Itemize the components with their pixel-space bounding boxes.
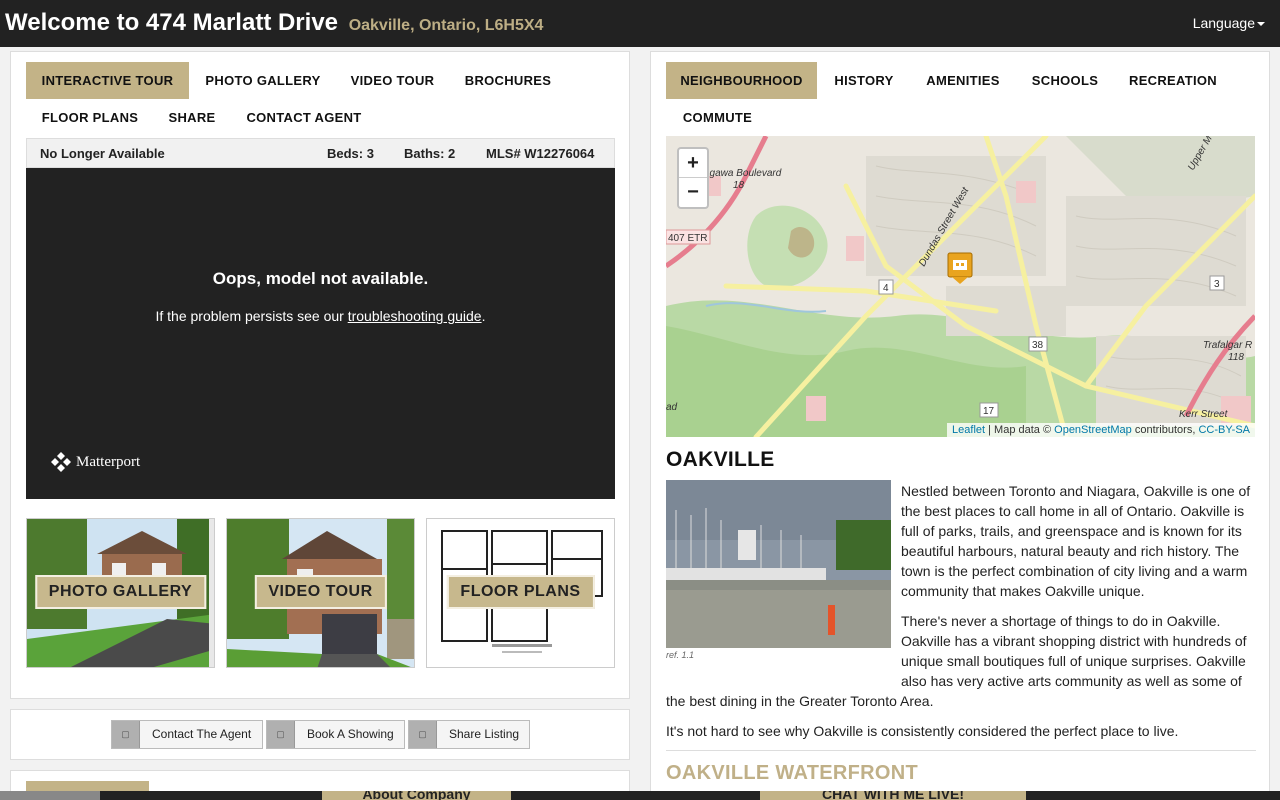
tab-amenities[interactable]: AMENITIES [911, 62, 1015, 99]
tour-error-message: If the problem persists see our troubles… [26, 308, 615, 324]
live-chat-label: CHAT WITH ME LIVE! [821, 791, 965, 800]
attribution-text: | Map data © [985, 424, 1055, 436]
map-attribution: Leaflet | Map data © OpenStreetMap contr… [947, 423, 1255, 437]
tab-commute[interactable]: COMMUTE [666, 99, 769, 136]
shopping-paragraph-end: the best dining in the Greater Toronto A… [666, 693, 934, 709]
zoom-in-button[interactable]: + [679, 149, 707, 178]
share-listing-label: Share Listing [449, 727, 520, 741]
map-tiles: agawa Boulevard 18 Dundas Street West Up… [666, 136, 1255, 437]
contact-agent-button[interactable]: ▢ Contact The Agent [111, 720, 263, 749]
zoom-out-button[interactable]: − [679, 178, 707, 207]
map-label-niagara: agawa Boulevard [704, 168, 782, 179]
share-icon: ▢ [409, 721, 437, 748]
matterport-logo: Matterport [50, 451, 140, 473]
floor-plans-thumbnail[interactable]: FLOOR PLANS [426, 518, 615, 668]
leaflet-link[interactable]: Leaflet [952, 424, 985, 436]
tab-interactive-tour[interactable]: INTERACTIVE TOUR [26, 62, 189, 99]
photo-gallery-thumbnail[interactable]: PHOTO GALLERY [26, 518, 215, 668]
troubleshooting-link[interactable]: troubleshooting guide [348, 308, 482, 324]
neighbourhood-panel: NEIGHBOURHOOD HISTORY AMENITIES SCHOOLS … [650, 51, 1270, 800]
photo-gallery-thumb-label: PHOTO GALLERY [34, 575, 207, 609]
live-chat-tab[interactable]: CHAT WITH ME LIVE! [760, 791, 1026, 800]
bottom-bar-left [0, 791, 100, 800]
map-label-road38: 38 [1032, 340, 1044, 351]
tour-error-suffix: . [481, 308, 486, 324]
language-dropdown[interactable]: Language [1193, 15, 1265, 31]
calendar-icon: ▢ [267, 721, 295, 748]
map-label-road17: 17 [983, 406, 995, 417]
tour-error-prefix: If the problem persists see our [155, 308, 348, 324]
action-bar: ▢ Contact The Agent ▢ Book A Showing ▢ S… [10, 709, 630, 760]
tab-floor-plans[interactable]: FLOOR PLANS [26, 99, 154, 136]
language-label: Language [1192, 15, 1255, 31]
envelope-icon: ▢ [112, 721, 140, 748]
harbour-image [666, 480, 891, 648]
image-reference: ref. 1.1 [666, 650, 695, 660]
map-label-niagara-num: 18 [733, 180, 745, 191]
share-listing-button[interactable]: ▢ Share Listing [408, 720, 530, 749]
tab-video-tour[interactable]: VIDEO TOUR [337, 62, 448, 99]
tab-history[interactable]: HISTORY [821, 62, 907, 99]
about-company-tab[interactable]: About Company [322, 791, 511, 800]
license-link[interactable]: CC-BY-SA [1198, 424, 1250, 436]
openstreetmap-link[interactable]: OpenStreetMap [1054, 424, 1132, 436]
property-location: Oakville, Ontario, L6H5X4 [348, 17, 544, 34]
book-showing-button[interactable]: ▢ Book A Showing [266, 720, 405, 749]
tab-contact-agent[interactable]: CONTACT AGENT [230, 99, 378, 136]
tab-schools[interactable]: SCHOOLS [1019, 62, 1111, 99]
top-header: Welcome to 474 Marlatt Drive Oakville, O… [0, 0, 1280, 47]
map-label-road4: 4 [883, 283, 889, 294]
city-heading: OAKVILLE [666, 448, 775, 471]
map-zoom-control: + − [677, 147, 709, 209]
listing-status: No Longer Available [40, 146, 165, 161]
tab-photo-gallery[interactable]: PHOTO GALLERY [193, 62, 333, 99]
attribution-contributors: contributors, [1131, 424, 1199, 436]
shopping-paragraph: There's never a shortage of things to do… [901, 613, 1247, 689]
section-divider [666, 750, 1256, 751]
tab-recreation[interactable]: RECREATION [1115, 62, 1231, 99]
tour-error-title: Oops, model not available. [212, 269, 429, 288]
summary-paragraph: It's not hard to see why Oakville is con… [666, 723, 1179, 739]
intro-paragraph: Nestled between Toronto and Niagara, Oak… [901, 483, 1251, 599]
map-label-ad: ad [666, 402, 678, 413]
bottom-bar: About Company CHAT WITH ME LIVE! [0, 791, 1280, 800]
map-label-etr: 407 ETR [668, 233, 707, 244]
tab-neighbourhood[interactable]: NEIGHBOURHOOD [666, 62, 817, 99]
waterfront-heading: OAKVILLE WATERFRONT [666, 762, 918, 784]
matterport-brand: Matterport [76, 453, 141, 470]
video-tour-thumb-label: VIDEO TOUR [254, 575, 387, 609]
matterport-icon [51, 452, 71, 472]
map-label-road3: 3 [1214, 279, 1220, 290]
media-panel: INTERACTIVE TOUR PHOTO GALLERY VIDEO TOU… [10, 51, 630, 699]
about-company-label: About Company [362, 791, 471, 800]
listing-info-bar: No Longer Available Beds: 3 Baths: 2 MLS… [26, 138, 615, 168]
floor-plans-thumb-label: FLOOR PLANS [446, 575, 595, 609]
video-tour-thumbnail[interactable]: VIDEO TOUR [226, 518, 415, 668]
neighbourhood-map[interactable]: agawa Boulevard 18 Dundas Street West Up… [666, 136, 1255, 437]
book-showing-label: Book A Showing [307, 727, 394, 741]
contact-agent-label: Contact The Agent [152, 727, 252, 741]
listing-baths: Baths: 2 [404, 146, 456, 161]
property-address: Welcome to 474 Marlatt Drive [5, 9, 339, 36]
tour-viewer[interactable]: Oops, model not available. If the proble… [26, 168, 615, 499]
map-label-kerr: Kerr Street [1179, 409, 1229, 420]
page-title: Welcome to 474 Marlatt Drive Oakville, O… [5, 9, 543, 37]
listing-beds: Beds: 3 [327, 146, 374, 161]
listing-mls: MLS# W12276064 [486, 146, 595, 161]
caret-down-icon [1257, 22, 1265, 27]
tab-brochures[interactable]: BROCHURES [452, 62, 564, 99]
harbour-photo [666, 480, 891, 648]
tab-share[interactable]: SHARE [158, 99, 226, 136]
map-label-trafalgar-num: 118 [1228, 352, 1244, 363]
map-label-trafalgar: Trafalgar R [1203, 340, 1252, 351]
